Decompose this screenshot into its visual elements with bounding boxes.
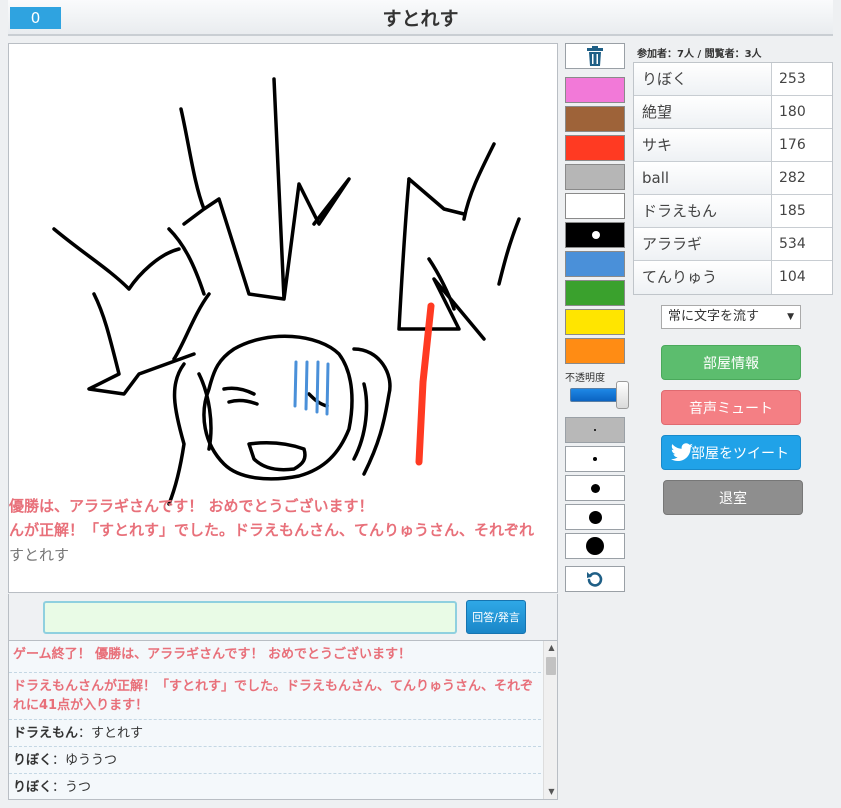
log-chat-message: りぼく：うつ — [9, 774, 541, 799]
log-separator: ： — [52, 753, 66, 768]
overlay-message-winner: 優勝は、アララギさんです！ おめでとうございます！ — [9, 497, 374, 515]
log-user-name: ドラえもん — [13, 726, 79, 741]
player-score: 534 — [772, 228, 832, 260]
undo-button[interactable] — [565, 566, 625, 592]
log-user-name: りぼく — [13, 753, 53, 768]
exit-room-button[interactable]: 退室 — [663, 480, 803, 515]
color-swatch-pink[interactable] — [565, 77, 625, 103]
player-name: ball — [634, 162, 772, 194]
player-row: アララギ 534 — [634, 228, 832, 261]
header: 0 すとれす — [8, 0, 833, 36]
player-score: 253 — [772, 63, 832, 95]
selected-indicator — [592, 231, 600, 239]
overlay-message-answer: すとれす — [9, 546, 70, 564]
player-row: ドラえもん 185 — [634, 195, 832, 228]
player-row: りぼく 253 — [634, 63, 832, 96]
color-swatch-green[interactable] — [565, 280, 625, 306]
brush-size-3[interactable] — [565, 475, 625, 501]
color-swatch-brown[interactable] — [565, 106, 625, 132]
log-chat-message: りぼく：ゆううつ — [9, 747, 541, 774]
log-text: ゆううつ — [65, 753, 118, 768]
color-swatch-yellow[interactable] — [565, 309, 625, 335]
player-name: 絶望 — [634, 96, 772, 128]
log-separator: ： — [52, 780, 66, 795]
log-user-name: りぼく — [13, 780, 53, 795]
answer-button[interactable]: 回答/発言 — [466, 600, 526, 634]
text-mode-value: 常に文字を流す — [668, 309, 760, 324]
brush-size-4[interactable] — [565, 504, 625, 530]
log-scrollbar[interactable]: ▲ ▼ — [543, 641, 557, 799]
player-name: アララギ — [634, 228, 772, 260]
brush-size-1[interactable] — [565, 417, 625, 443]
color-swatch-blue[interactable] — [565, 251, 625, 277]
log-separator: ： — [78, 726, 92, 741]
color-swatch-red[interactable] — [565, 135, 625, 161]
player-name: ドラえもん — [634, 195, 772, 227]
color-swatch-white[interactable] — [565, 193, 625, 219]
chat-log: ゲーム終了！ 優勝は、アララギさんです！ おめでとうございます！ ドラえもんさん… — [8, 640, 558, 800]
tweet-room-label: 部屋をツイート — [691, 445, 789, 462]
log-text: すとれす — [91, 726, 144, 741]
page-title: すとれす — [382, 8, 459, 30]
tweet-room-button[interactable]: 部屋をツイート — [661, 435, 801, 470]
color-swatch-orange[interactable] — [565, 338, 625, 364]
answer-input[interactable] — [43, 601, 457, 634]
overlay-message-correct: んが正解！「すとれす」でした。ドラえもんさん、てんりゅうさん、それぞれ — [9, 521, 535, 539]
player-score: 180 — [772, 96, 832, 128]
scrollbar-thumb[interactable] — [546, 657, 556, 675]
room-info-button[interactable]: 部屋情報 — [661, 345, 801, 380]
player-score: 104 — [772, 261, 832, 294]
participant-counts: 参加者：7人 / 閲覧者：3人 — [637, 49, 762, 60]
mute-button[interactable]: 音声ミュート — [661, 390, 801, 425]
clear-canvas-button[interactable] — [565, 43, 625, 69]
opacity-slider[interactable] — [570, 388, 620, 402]
player-list: りぼく 253 絶望 180 サキ 176 ball 282 ドラえもん 185 アララギ… — [633, 62, 833, 295]
player-name: りぼく — [634, 63, 772, 95]
player-name: てんりゅう — [634, 261, 772, 294]
log-system-message: ゲーム終了！ 優勝は、アララギさんです！ おめでとうございます！ — [9, 641, 541, 673]
color-swatch-black[interactable] — [565, 222, 625, 248]
log-text: うつ — [65, 780, 92, 795]
player-score: 185 — [772, 195, 832, 227]
player-row: てんりゅう 104 — [634, 261, 832, 294]
opacity-slider-handle[interactable] — [616, 381, 629, 409]
player-name: サキ — [634, 129, 772, 161]
scroll-up-arrow-icon[interactable]: ▲ — [544, 641, 557, 655]
color-swatch-gray[interactable] — [565, 164, 625, 190]
chevron-down-icon: ▼ — [787, 312, 794, 322]
opacity-label: 不透明度 — [565, 373, 605, 384]
trash-icon — [587, 46, 603, 66]
answer-bar: 回答/発言 — [8, 594, 558, 640]
drawing-canvas[interactable]: 優勝は、アララギさんです！ おめでとうございます！ んが正解！「すとれす」でした… — [8, 43, 558, 593]
log-chat-message: ドラえもん：すとれす — [9, 720, 541, 747]
twitter-bird-icon — [670, 443, 693, 461]
player-row: 絶望 180 — [634, 96, 832, 129]
player-row: サキ 176 — [634, 129, 832, 162]
log-system-message: ドラえもんさんが正解！「すとれす」でした。ドラえもんさん、てんりゅうさん、それぞ… — [9, 673, 541, 720]
brush-size-2[interactable] — [565, 446, 625, 472]
player-score: 176 — [772, 129, 832, 161]
text-mode-select[interactable]: 常に文字を流す ▼ — [661, 305, 801, 329]
undo-icon — [587, 572, 603, 587]
player-row: ball 282 — [634, 162, 832, 195]
scroll-down-arrow-icon[interactable]: ▼ — [544, 785, 557, 799]
player-score: 282 — [772, 162, 832, 194]
brush-size-5[interactable] — [565, 533, 625, 559]
